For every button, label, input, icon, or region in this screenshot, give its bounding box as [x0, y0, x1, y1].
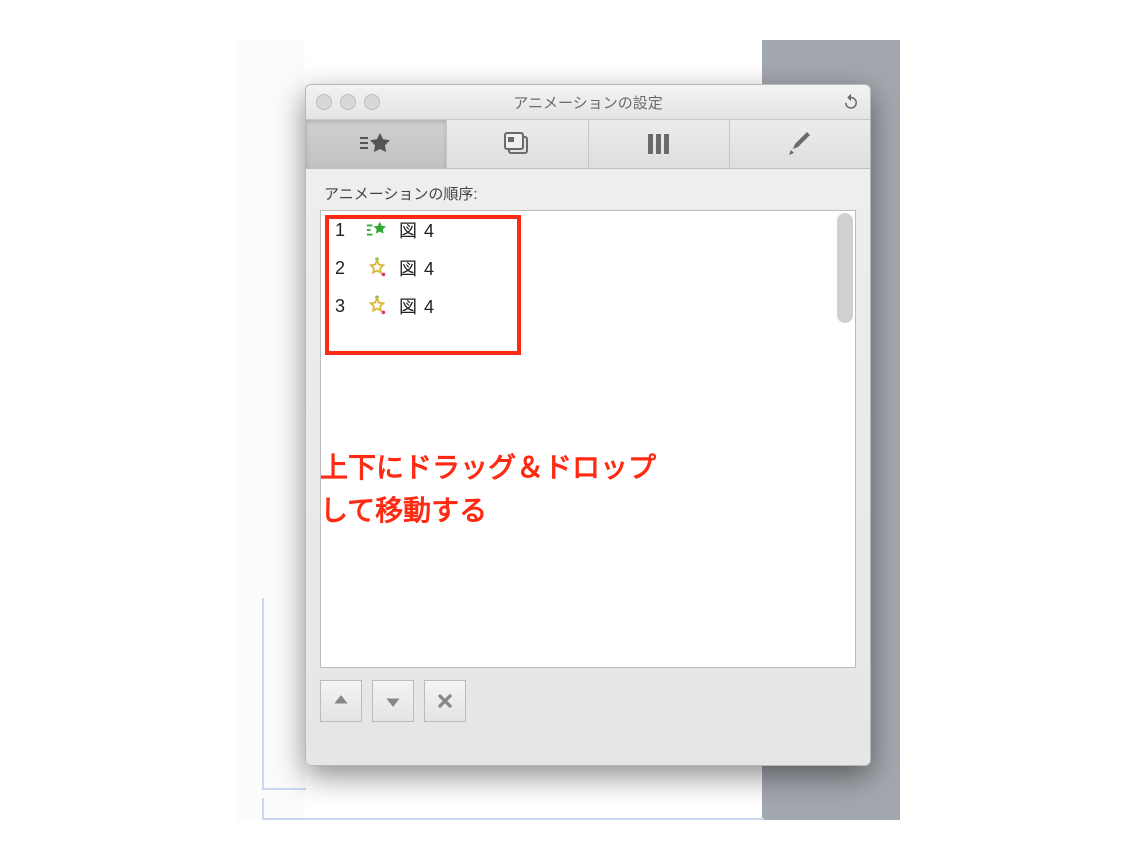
scrollbar-thumb[interactable]: [837, 213, 853, 323]
animation-settings-panel: アニメーションの設定 アニメーションの順序:: [305, 84, 871, 766]
toolbar: [306, 120, 870, 169]
move-down-button[interactable]: [372, 680, 414, 722]
list-item[interactable]: 1 図 4: [321, 211, 855, 249]
item-label: 図 4: [391, 217, 435, 243]
undo-icon[interactable]: [842, 93, 860, 111]
tab-settings[interactable]: [730, 120, 870, 168]
item-index: 2: [335, 258, 363, 279]
document-guide: [262, 598, 306, 790]
tab-master[interactable]: [589, 120, 730, 168]
emphasis-star-icon: [363, 257, 391, 279]
emphasis-star-icon: [363, 295, 391, 317]
item-index: 1: [335, 220, 363, 241]
list-item[interactable]: 3 図 4: [321, 287, 855, 325]
item-index: 3: [335, 296, 363, 317]
item-label: 図 4: [391, 293, 435, 319]
window-title: アニメーションの設定: [306, 92, 870, 113]
section-label: アニメーションの順序:: [324, 183, 870, 204]
delete-button[interactable]: [424, 680, 466, 722]
tab-slide-properties[interactable]: [447, 120, 588, 168]
list-actions: [306, 668, 870, 734]
titlebar[interactable]: アニメーションの設定: [306, 85, 870, 120]
entrance-star-icon: [363, 219, 391, 241]
item-label: 図 4: [391, 255, 435, 281]
animation-order-list[interactable]: 1 図 4 2 図 4 3: [320, 210, 856, 668]
list-item[interactable]: 2 図 4: [321, 249, 855, 287]
move-up-button[interactable]: [320, 680, 362, 722]
tab-animation[interactable]: [306, 120, 447, 168]
document-guide: [262, 798, 764, 820]
